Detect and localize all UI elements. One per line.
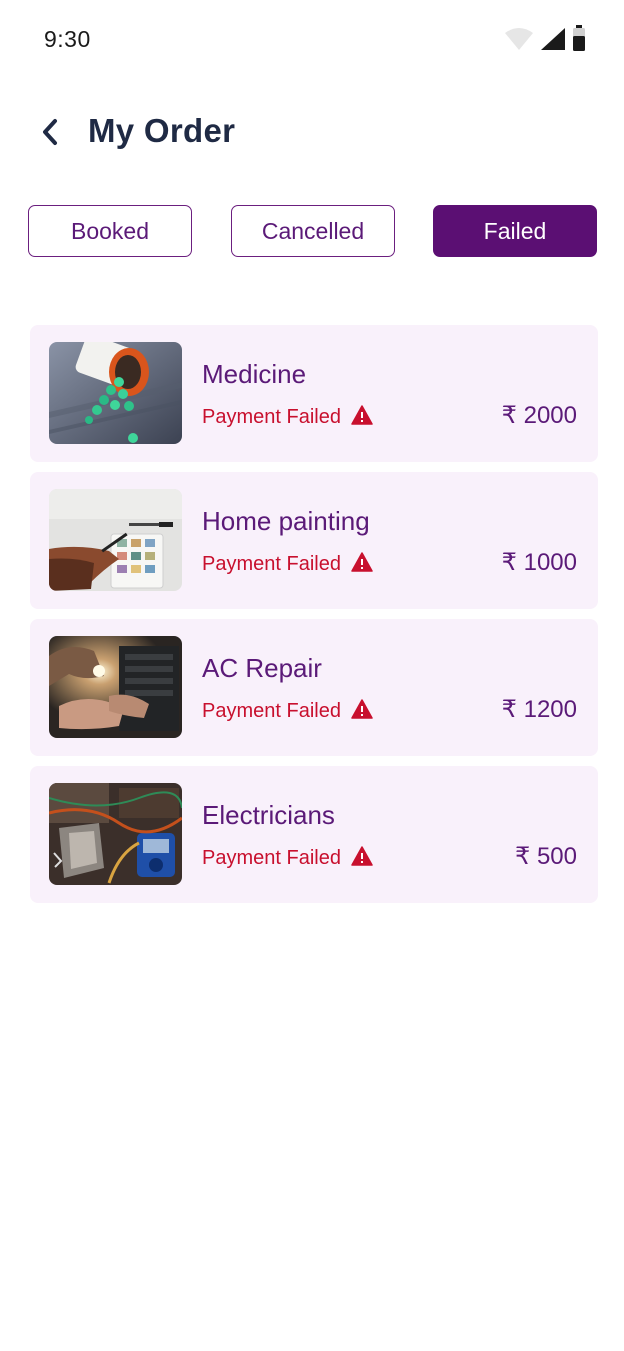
order-status: Payment Failed xyxy=(202,699,373,724)
header: My Order xyxy=(0,100,624,166)
chevron-left-icon xyxy=(39,117,61,152)
warning-icon xyxy=(351,699,373,724)
status-time: 9:30 xyxy=(44,26,91,52)
status-text: Payment Failed xyxy=(202,553,341,575)
battery-icon xyxy=(572,25,586,56)
status-text: Payment Failed xyxy=(202,700,341,722)
status-bar: 9:30 xyxy=(0,0,624,84)
order-card-electricians[interactable]: Electricians Payment Failed ₹ 500 xyxy=(30,766,598,903)
order-card-ac-repair[interactable]: AC Repair Payment Failed ₹ 1200 xyxy=(30,619,598,756)
tab-failed[interactable]: Failed xyxy=(433,205,597,257)
ac-repair-photo xyxy=(49,636,182,738)
tab-booked[interactable]: Booked xyxy=(28,205,192,257)
order-status: Payment Failed xyxy=(202,405,373,430)
order-name: Electricians xyxy=(202,800,335,830)
painting-photo xyxy=(49,489,182,591)
warning-icon xyxy=(351,552,373,577)
warning-icon xyxy=(351,846,373,871)
pill-bottle-photo xyxy=(49,342,182,444)
wifi-icon xyxy=(504,27,534,56)
order-status: Payment Failed xyxy=(202,552,373,577)
electrician-photo xyxy=(49,783,182,885)
order-price: ₹ 1000 xyxy=(501,549,577,576)
back-button[interactable] xyxy=(32,114,68,154)
warning-icon xyxy=(351,405,373,430)
order-card-home-painting[interactable]: Home painting Payment Failed ₹ 1000 xyxy=(30,472,598,609)
signal-icon xyxy=(540,27,566,56)
order-status: Payment Failed xyxy=(202,846,373,871)
order-name: AC Repair xyxy=(202,653,322,683)
order-price: ₹ 1200 xyxy=(501,696,577,723)
order-price: ₹ 500 xyxy=(515,843,577,870)
order-price: ₹ 2000 xyxy=(501,402,577,429)
status-text: Payment Failed xyxy=(202,406,341,428)
order-card-medicine[interactable]: Medicine Payment Failed ₹ 2000 xyxy=(30,325,598,462)
order-list: Medicine Payment Failed ₹ 2000 Home pain… xyxy=(30,325,598,913)
status-text: Payment Failed xyxy=(202,847,341,869)
order-name: Medicine xyxy=(202,359,307,389)
status-icons xyxy=(504,25,586,56)
order-name: Home painting xyxy=(202,506,370,536)
order-tabs: Booked Cancelled Failed xyxy=(28,205,598,257)
tab-cancelled[interactable]: Cancelled xyxy=(231,205,395,257)
page-title: My Order xyxy=(88,112,236,149)
